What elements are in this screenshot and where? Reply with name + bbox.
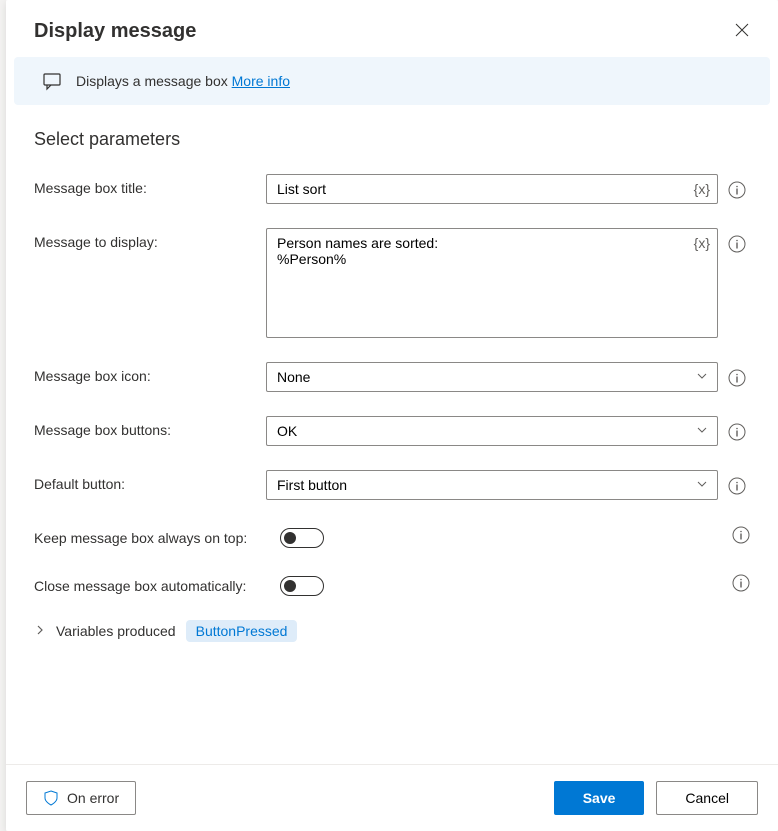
info-icon[interactable] [728, 477, 746, 498]
dialog-header: Display message [6, 0, 778, 57]
on-error-button[interactable]: On error [26, 781, 136, 815]
default-button-select[interactable] [266, 470, 718, 500]
message-to-display-input[interactable] [266, 228, 718, 338]
field-row-title: Message box title: {x} [34, 174, 750, 204]
variables-label: Variables produced [56, 623, 176, 639]
shield-icon [43, 790, 59, 806]
dialog-content: Select parameters Message box title: {x}… [6, 105, 778, 764]
cancel-button[interactable]: Cancel [656, 781, 758, 815]
info-icon[interactable] [732, 574, 750, 595]
more-info-link[interactable]: More info [232, 73, 290, 89]
field-label: Keep message box always on top: [34, 526, 280, 546]
toggle-knob [284, 580, 296, 592]
close-icon [734, 22, 750, 38]
field-row-default-button: Default button: [34, 470, 750, 500]
field-row-message: Message to display: {x} [34, 228, 750, 338]
variables-produced-row: Variables produced ButtonPressed [34, 620, 750, 642]
field-label: Message box buttons: [34, 416, 266, 438]
info-icon[interactable] [732, 526, 750, 547]
toggle-knob [284, 532, 296, 544]
field-label: Message box icon: [34, 362, 266, 384]
message-icon [42, 71, 62, 91]
field-label: Message box title: [34, 174, 266, 196]
field-row-always-on-top: Keep message box always on top: [34, 524, 750, 548]
info-icon[interactable] [728, 423, 746, 444]
field-label: Close message box automatically: [34, 574, 280, 594]
banner-description: Displays a message box [76, 73, 228, 89]
field-label: Message to display: [34, 228, 266, 250]
info-icon[interactable] [728, 369, 746, 390]
save-button[interactable]: Save [554, 781, 645, 815]
field-row-auto-close: Close message box automatically: [34, 572, 750, 596]
auto-close-toggle[interactable] [280, 576, 324, 596]
expand-variables-button[interactable] [34, 623, 46, 639]
banner-text: Displays a message box More info [76, 73, 290, 89]
section-title: Select parameters [34, 129, 750, 150]
display-message-dialog: Display message Displays a message box M… [6, 0, 778, 831]
dialog-footer: On error Save Cancel [6, 764, 778, 831]
variable-token-button[interactable]: {x} [694, 235, 710, 251]
message-box-title-input[interactable] [266, 174, 718, 204]
field-row-icon: Message box icon: [34, 362, 750, 392]
info-icon[interactable] [728, 181, 746, 202]
variable-token-button[interactable]: {x} [694, 181, 710, 197]
message-box-buttons-select[interactable] [266, 416, 718, 446]
close-button[interactable] [730, 18, 754, 45]
info-icon[interactable] [728, 235, 746, 256]
field-label: Default button: [34, 470, 266, 492]
message-box-icon-select[interactable] [266, 362, 718, 392]
dialog-title: Display message [34, 20, 730, 43]
info-banner: Displays a message box More info [14, 57, 770, 105]
variable-badge[interactable]: ButtonPressed [186, 620, 298, 642]
on-error-label: On error [67, 790, 119, 806]
field-row-buttons: Message box buttons: [34, 416, 750, 446]
always-on-top-toggle[interactable] [280, 528, 324, 548]
